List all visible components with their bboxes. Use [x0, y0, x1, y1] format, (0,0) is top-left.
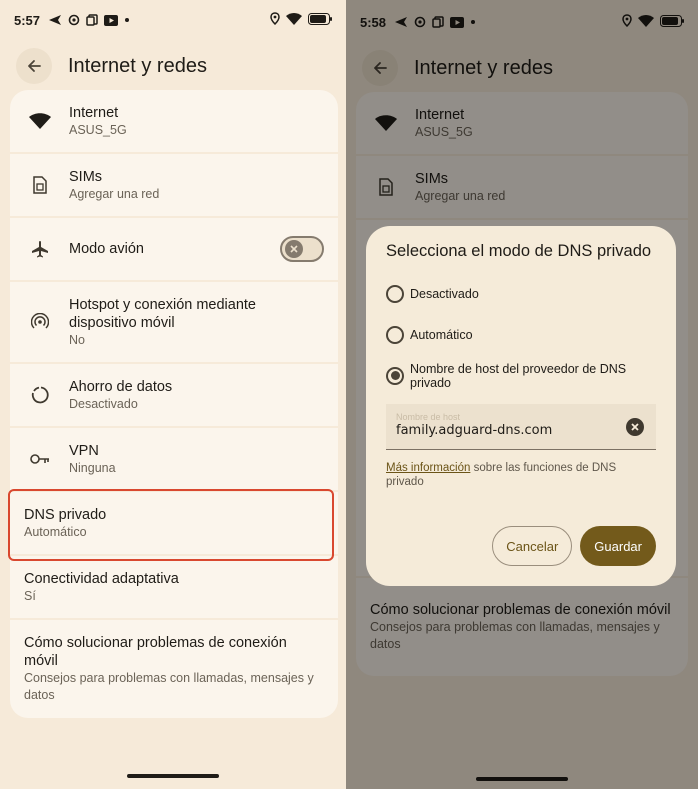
- copy-icon: [86, 14, 98, 26]
- setting-subtitle: ASUS_5G: [69, 122, 127, 137]
- more-info-link[interactable]: Más información: [386, 462, 470, 474]
- radio-label: Desactivado: [410, 286, 479, 301]
- right-screen: 5:58 Internet y redes Internet ASUS_5G SI…: [346, 0, 698, 789]
- gesture-nav-bar[interactable]: [127, 774, 219, 778]
- setting-private-dns[interactable]: DNS privado Automático: [10, 492, 338, 556]
- dot-icon: [124, 17, 130, 23]
- radio-label: Automático: [410, 327, 473, 342]
- back-button[interactable]: [16, 48, 52, 84]
- setting-internet[interactable]: Internet ASUS_5G: [10, 90, 338, 154]
- setting-title: DNS privado: [24, 506, 107, 523]
- radio-option-hostname[interactable]: Nombre de host del proveedor de DNS priv…: [386, 355, 656, 396]
- setting-airplane-mode[interactable]: Modo avión: [10, 218, 338, 282]
- setting-troubleshoot[interactable]: Cómo solucionar problemas de conexión mó…: [10, 620, 338, 718]
- radio-button[interactable]: [386, 325, 404, 344]
- setting-subtitle: Automático: [24, 524, 87, 539]
- close-icon: [290, 245, 298, 253]
- setting-hotspot[interactable]: Hotspot y conexión mediante dispositivo …: [10, 282, 338, 364]
- setting-subtitle: Desactivado: [69, 396, 138, 411]
- setting-title: VPN: [69, 442, 99, 459]
- hostname-field-label: Nombre de host: [396, 412, 461, 422]
- radio-button-selected[interactable]: [386, 366, 404, 385]
- setting-data-saver[interactable]: Ahorro de datos Desactivado: [10, 364, 338, 428]
- dns-info-text: Más información sobre las funciones de D…: [386, 461, 656, 489]
- arrow-back-icon: [28, 60, 41, 72]
- radio-label: Nombre de host del proveedor de DNS priv…: [410, 361, 627, 390]
- hostname-field[interactable]: Nombre de host family.adguard-dns.com: [386, 404, 656, 450]
- clear-icon[interactable]: [626, 418, 644, 436]
- radio-button[interactable]: [386, 284, 404, 303]
- setting-title: Ahorro de datos: [69, 378, 173, 395]
- data-saver-icon: [26, 386, 54, 404]
- wifi-status-icon: [286, 12, 302, 28]
- save-button[interactable]: Guardar: [580, 526, 656, 566]
- sim-card-icon: [26, 176, 54, 194]
- setting-adaptive-connectivity[interactable]: Conectividad adaptativa Sí: [10, 556, 338, 620]
- airplane-mode-toggle[interactable]: [280, 236, 324, 262]
- settings-list: Internet ASUS_5G SIMs Agregar una red Modo…: [10, 90, 338, 718]
- radio-option-off[interactable]: Desactivado: [386, 273, 656, 314]
- youtube-icon: [104, 14, 119, 26]
- hotspot-icon: [26, 313, 54, 331]
- setting-subtitle: Ninguna: [69, 460, 116, 475]
- vpn-key-icon: [26, 453, 54, 465]
- hostname-field-value: family.adguard-dns.com: [396, 423, 553, 438]
- setting-vpn[interactable]: VPN Ninguna: [10, 428, 338, 492]
- setting-title: Modo avión: [69, 241, 144, 257]
- status-bar: 5:57: [14, 10, 332, 30]
- app-bar: Internet y redes: [16, 48, 330, 84]
- airplane-icon: [26, 240, 54, 258]
- setting-title: SIMs: [69, 168, 103, 185]
- setting-subtitle: Agregar una red: [69, 186, 160, 201]
- setting-title: Cómo solucionar problemas de conexión mó…: [24, 635, 287, 669]
- setting-subtitle: Consejos para problemas con llamadas, me…: [24, 671, 314, 702]
- radio-option-automatic[interactable]: Automático: [386, 314, 656, 355]
- setting-title: Conectividad adaptativa: [24, 570, 179, 587]
- location-pin-icon: [68, 14, 80, 26]
- location-icon: [270, 12, 280, 28]
- setting-subtitle: Sí: [24, 588, 36, 603]
- battery-icon: [308, 12, 332, 28]
- cancel-button[interactable]: Cancelar: [492, 526, 573, 566]
- setting-sims[interactable]: SIMs Agregar una red: [10, 154, 338, 218]
- private-dns-dialog: Selecciona el modo de DNS privado Desact…: [366, 226, 676, 586]
- dialog-title: Selecciona el modo de DNS privado: [386, 242, 652, 260]
- setting-subtitle: No: [69, 332, 85, 347]
- setting-title: Hotspot y conexión mediante dispositivo …: [69, 296, 256, 331]
- status-time: 5:57: [14, 12, 41, 28]
- setting-title: Internet: [69, 104, 119, 121]
- wifi-icon: [26, 113, 54, 129]
- page-title: Internet y redes: [68, 54, 207, 77]
- send-icon: [48, 14, 62, 26]
- left-screen: 5:57 Internet y redes Internet ASUS_5G SI…: [0, 0, 346, 789]
